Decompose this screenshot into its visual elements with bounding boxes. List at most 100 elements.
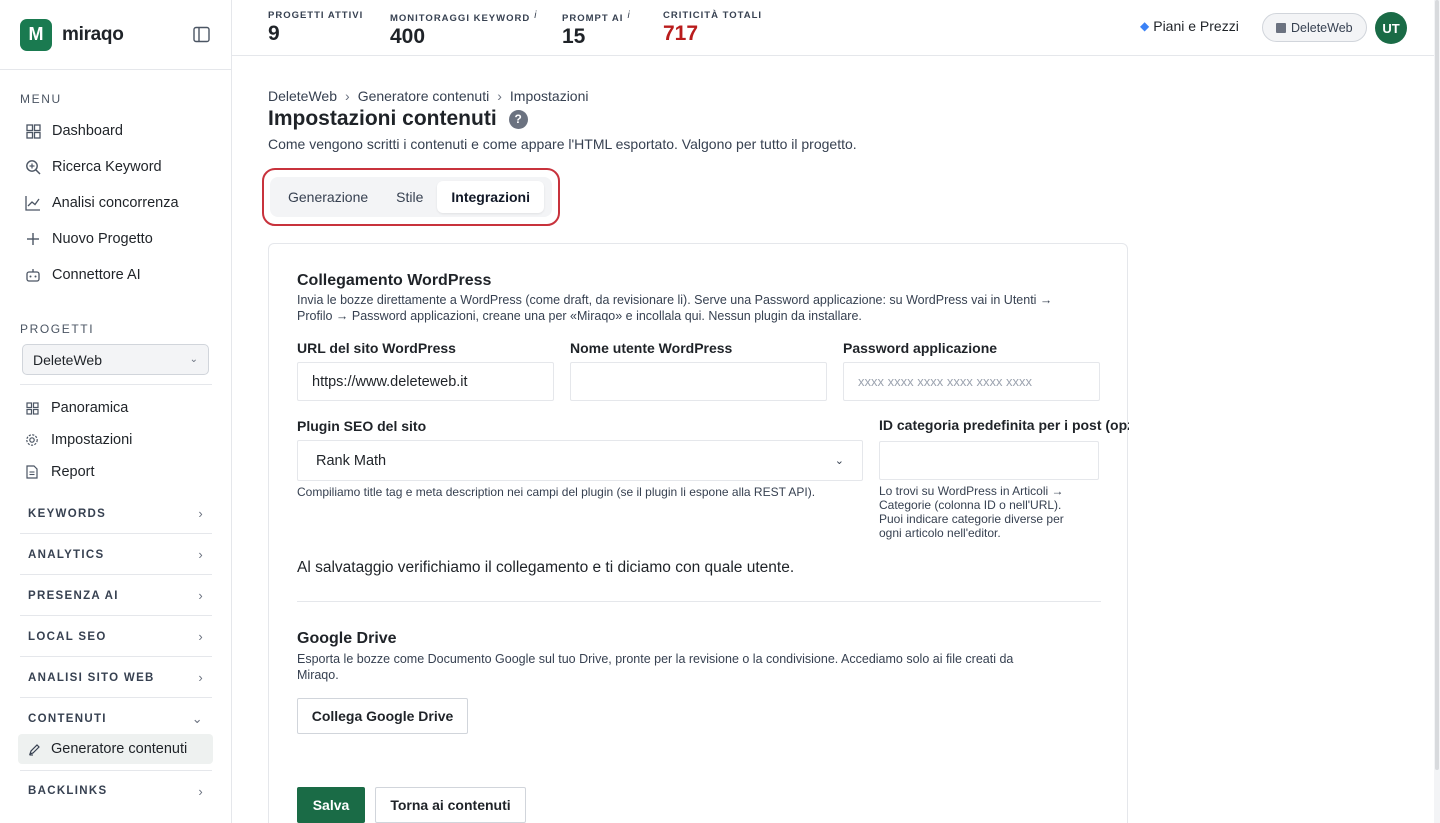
nav-group-toggle[interactable]: KEYWORDS ›: [20, 494, 212, 534]
sidebar: M miraqo MENU Dashboard Ricerca Keyword …: [0, 0, 232, 823]
stat-keyword-monitoring: MONITORAGGI KEYWORD i 400: [390, 10, 537, 49]
stat-value: 400: [390, 25, 426, 48]
gem-icon: ◆: [1140, 19, 1150, 33]
nav-group-backlinks: BACKLINKS ›: [20, 771, 212, 811]
nav-group-label: LOCAL SEO: [28, 630, 107, 643]
save-button[interactable]: Salva: [297, 787, 365, 823]
nav-group-label: ANALYTICS: [28, 548, 105, 561]
stat-label: CRITICITÀ TOTALI: [663, 10, 763, 21]
project-item-report[interactable]: Report: [0, 456, 231, 488]
wordpress-desc-line: Profilo → Password applicazioni, creane …: [297, 308, 862, 323]
menu-item-label: Analisi concorrenza: [52, 195, 179, 211]
plans-link[interactable]: ◆ Piani e Prezzi: [1140, 18, 1239, 34]
app-password-input[interactable]: xxxx xxxx xxxx xxxx xxxx xxxx: [843, 362, 1100, 401]
menu-item-label: Dashboard: [52, 123, 123, 139]
project-select-value: DeleteWeb: [33, 351, 103, 368]
back-to-content-button[interactable]: Torna ai contenuti: [375, 787, 526, 823]
nav-group-content: CONTENUTI ⌄: [20, 699, 212, 739]
seo-plugin-help: Compiliamo title tag e meta description …: [297, 485, 816, 499]
brand-name[interactable]: miraqo: [62, 24, 124, 46]
breadcrumb-link[interactable]: Generatore contenuti: [358, 88, 490, 104]
tab-style[interactable]: Stile: [382, 181, 437, 213]
wordpress-username-input[interactable]: [570, 362, 827, 401]
chevron-down-icon: ⌄: [191, 711, 204, 726]
category-help-line: Puoi indicare categorie diverse per: [879, 512, 1064, 526]
plans-label: Piani e Prezzi: [1153, 18, 1239, 34]
category-help-line: ogni articolo nell'editor.: [879, 526, 1001, 540]
category-label-clip: ID categoria predefinita per i post (opz…: [879, 417, 1129, 433]
project-item-label: Impostazioni: [51, 432, 133, 448]
breadcrumb-link[interactable]: DeleteWeb: [268, 88, 337, 104]
wordpress-title: Collegamento WordPress: [297, 272, 492, 289]
info-icon[interactable]: i: [534, 10, 537, 21]
plus-icon: [24, 230, 42, 248]
category-id-help: Lo trovi su WordPress in Articoli → Cate…: [879, 484, 1099, 540]
nav-group-toggle[interactable]: CONTENUTI ⌄: [20, 699, 212, 739]
nav-group-toggle[interactable]: PRESENZA AI ›: [20, 576, 212, 616]
grid-icon: [24, 400, 40, 416]
menu-item-label: Connettore AI: [52, 267, 141, 283]
wordpress-url-input[interactable]: https://www.deleteweb.it: [297, 362, 554, 401]
avatar[interactable]: UT: [1375, 12, 1407, 44]
nav-group-toggle[interactable]: LOCAL SEO ›: [20, 617, 212, 657]
search-icon: [24, 158, 42, 176]
chevron-down-icon: ⌄: [834, 455, 844, 467]
breadcrumb-separator: ›: [497, 88, 502, 104]
connect-google-drive-button[interactable]: Collega Google Drive: [297, 698, 468, 734]
grid-icon: [24, 122, 42, 140]
gdrive-desc-line: Miraqo.: [297, 667, 339, 682]
nav-group-toggle[interactable]: ANALISI SITO WEB ›: [20, 658, 212, 698]
nav-group-toggle[interactable]: ANALYTICS ›: [20, 535, 212, 575]
stat-value: 15: [562, 25, 586, 48]
menu-item-keyword-research[interactable]: Ricerca Keyword: [0, 149, 231, 185]
pencil-icon: [28, 742, 42, 756]
breadcrumb-separator: ›: [345, 88, 350, 104]
scrollbar-thumb[interactable]: [1435, 0, 1439, 770]
menu-list: Dashboard Ricerca Keyword Analisi concor…: [0, 113, 231, 293]
chevron-right-icon: ›: [198, 547, 204, 562]
menu-item-dashboard[interactable]: Dashboard: [0, 113, 231, 149]
menu-item-ai-connector[interactable]: Connettore AI: [0, 257, 231, 293]
project-pill-label: DeleteWeb: [1291, 20, 1353, 35]
section-divider: [297, 601, 1101, 602]
brand-logo[interactable]: M: [20, 18, 52, 51]
stat-label: PROMPT AI: [562, 13, 624, 24]
stat-value: 9: [268, 22, 280, 45]
project-item-settings[interactable]: Impostazioni: [0, 424, 231, 456]
seo-plugin-select[interactable]: Rank Math ⌄: [297, 440, 863, 481]
category-id-input[interactable]: [879, 441, 1099, 480]
menu-item-new-project[interactable]: Nuovo Progetto: [0, 221, 231, 257]
category-help-line: Categorie (colonna ID o nell'URL).: [879, 498, 1062, 512]
tab-generation[interactable]: Generazione: [274, 181, 382, 213]
settings-tabs: Generazione Stile Integrazioni: [270, 177, 552, 217]
project-item-overview[interactable]: Panoramica: [0, 392, 231, 424]
breadcrumb-current: Impostazioni: [509, 88, 589, 104]
nav-group-ai-presence: PRESENZA AI ›: [20, 576, 212, 616]
url-label: URL del sito WordPress: [297, 340, 456, 356]
app-password-label: Password applicazione: [843, 340, 998, 356]
chevron-down-icon: ⌄: [189, 354, 198, 365]
project-item-label: Report: [51, 464, 95, 480]
project-menu: Panoramica Impostazioni Report: [0, 392, 231, 488]
nav-group-label: PRESENZA AI: [28, 589, 119, 602]
google-drive-title: Google Drive: [297, 630, 397, 647]
info-icon[interactable]: i: [627, 10, 630, 21]
menu-item-label: Nuovo Progetto: [52, 231, 153, 247]
chevron-right-icon: ›: [198, 783, 204, 799]
tab-integrations[interactable]: Integrazioni: [437, 181, 544, 213]
nav-group-analytics: ANALYTICS ›: [20, 535, 212, 575]
chevron-right-icon: ›: [198, 629, 204, 644]
nav-item-content-generator[interactable]: Generatore contenuti: [18, 734, 213, 764]
seo-plugin-value: Rank Math: [316, 452, 387, 469]
sidebar-toggle-icon[interactable]: [191, 25, 211, 45]
chevron-right-icon: ›: [198, 506, 204, 521]
menu-item-competitor-analysis[interactable]: Analisi concorrenza: [0, 185, 231, 221]
help-icon[interactable]: ?: [508, 109, 528, 129]
project-pill[interactable]: DeleteWeb: [1262, 13, 1367, 42]
nav-group-toggle[interactable]: BACKLINKS ›: [20, 771, 212, 811]
google-drive-description: Esporta le bozze come Documento Google s…: [297, 652, 1107, 683]
page-scrollbar[interactable]: [1434, 0, 1440, 823]
stat-total-issues: CRITICITÀ TOTALI 717: [663, 10, 762, 46]
project-select[interactable]: DeleteWeb ⌄: [22, 344, 209, 375]
page-subtitle: Come vengono scritti i contenuti e come …: [268, 136, 857, 152]
